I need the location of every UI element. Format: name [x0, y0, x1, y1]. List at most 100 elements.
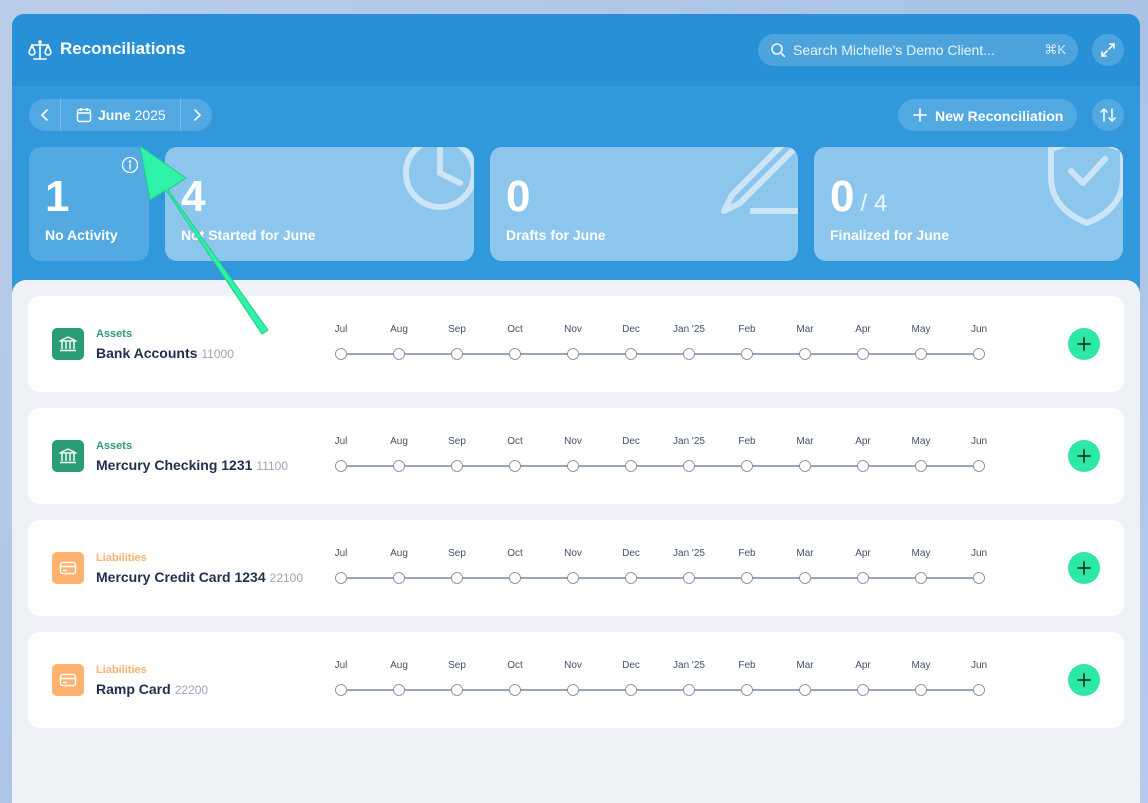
account-number: 11000: [201, 347, 234, 361]
timeline-month-dot[interactable]: [857, 460, 869, 472]
timeline-month-dot[interactable]: [799, 460, 811, 472]
timeline-month-label: Jun: [970, 436, 988, 447]
stat-caption: Finalized for June: [830, 227, 950, 243]
timeline-month-dot[interactable]: [335, 684, 347, 696]
timeline-month-dot[interactable]: [625, 572, 637, 584]
timeline-month-dot[interactable]: [567, 572, 579, 584]
add-reconciliation-button[interactable]: [1068, 664, 1100, 696]
stat-finalized[interactable]: 0/ 4 Finalized for June: [814, 147, 1123, 261]
timeline-month-dot[interactable]: [335, 572, 347, 584]
account-name[interactable]: Mercury Credit Card 1234 22100: [96, 569, 303, 585]
timeline-month-dot[interactable]: [335, 460, 347, 472]
timeline-month-dot[interactable]: [451, 460, 463, 472]
stat-drafts[interactable]: 0 Drafts for June: [490, 147, 798, 261]
credit-card-icon: [52, 552, 84, 584]
search-bar[interactable]: Search Michelle's Demo Client... ⌘K: [758, 34, 1078, 66]
account-number: 22200: [174, 683, 209, 697]
timeline-month-dot[interactable]: [683, 684, 695, 696]
chevron-right-icon: [194, 109, 202, 121]
info-icon[interactable]: [121, 156, 139, 179]
timeline-month-label: Dec: [622, 548, 640, 559]
timeline-month-dot[interactable]: [915, 684, 927, 696]
stat-not-started[interactable]: 4 Not Started for June: [165, 147, 474, 261]
plus-icon: [912, 107, 928, 126]
timeline-month-dot[interactable]: [857, 684, 869, 696]
timeline-month-dot[interactable]: [741, 460, 753, 472]
timeline-month-dot[interactable]: [857, 572, 869, 584]
account-row[interactable]: Liabilities Mercury Credit Card 1234 22100…: [28, 520, 1124, 616]
timeline-track: [341, 353, 981, 355]
sort-button[interactable]: [1092, 99, 1124, 131]
timeline-month-dot[interactable]: [567, 460, 579, 472]
stat-no-activity[interactable]: 1 No Activity: [29, 147, 149, 261]
timeline-month-label: Aug: [390, 436, 408, 447]
add-reconciliation-button[interactable]: [1068, 440, 1100, 472]
timeline-month-dot[interactable]: [973, 460, 985, 472]
timeline-month-label: Apr: [855, 324, 871, 335]
timeline-month-dot[interactable]: [683, 572, 695, 584]
timeline-month-dot[interactable]: [915, 460, 927, 472]
timeline-month-dot[interactable]: [799, 572, 811, 584]
timeline-month-dot[interactable]: [915, 348, 927, 360]
timeline-month-label: Sep: [448, 436, 466, 447]
timeline-month-dot[interactable]: [393, 684, 405, 696]
timeline-month-dot[interactable]: [683, 348, 695, 360]
timeline-month-label: Apr: [855, 436, 871, 447]
timeline-month-dot[interactable]: [451, 348, 463, 360]
add-reconciliation-button[interactable]: [1068, 552, 1100, 584]
timeline-month-label: Feb: [738, 548, 756, 559]
timeline-month-dot[interactable]: [625, 684, 637, 696]
timeline-month-dot[interactable]: [509, 572, 521, 584]
timeline-month-dot[interactable]: [973, 684, 985, 696]
timeline-month-dot[interactable]: [799, 348, 811, 360]
timeline-month-label: Jan '25: [673, 660, 705, 671]
account-name[interactable]: Ramp Card 22200: [96, 681, 208, 697]
previous-month-button[interactable]: [29, 99, 61, 131]
new-reconciliation-button[interactable]: New Reconciliation: [898, 99, 1077, 131]
timeline-month-dot[interactable]: [509, 684, 521, 696]
timeline-month-dot[interactable]: [393, 460, 405, 472]
timeline-month-label: Jan '25: [673, 548, 705, 559]
account-row[interactable]: Assets Bank Accounts 11000 Jul Aug Sep Oct Nov D…: [28, 296, 1124, 392]
timeline-month-dot[interactable]: [393, 348, 405, 360]
timeline-month-dot[interactable]: [625, 348, 637, 360]
timeline-month-dot[interactable]: [625, 460, 637, 472]
timeline-month-dot[interactable]: [509, 348, 521, 360]
timeline-month-label: Mar: [796, 548, 814, 559]
timeline-month-dot[interactable]: [393, 572, 405, 584]
timeline-month-dot[interactable]: [451, 684, 463, 696]
timeline-month-dot[interactable]: [683, 460, 695, 472]
month-selector: June 2025: [29, 99, 212, 131]
stat-caption: Drafts for June: [506, 227, 606, 243]
timeline-month-dot[interactable]: [335, 348, 347, 360]
timeline-month-label: Dec: [622, 436, 640, 447]
timeline-month-dot[interactable]: [973, 348, 985, 360]
timeline-month-dot[interactable]: [451, 572, 463, 584]
stat-value: 1: [45, 172, 70, 221]
search-icon: [770, 42, 786, 58]
account-row[interactable]: Liabilities Ramp Card 22200 Jul Aug Sep Oct Nov…: [28, 632, 1124, 728]
timeline-month-dot[interactable]: [741, 348, 753, 360]
account-name[interactable]: Mercury Checking 1231 11100: [96, 457, 288, 473]
timeline-month-dot[interactable]: [509, 460, 521, 472]
timeline-month-dot[interactable]: [973, 572, 985, 584]
timeline-month-dot[interactable]: [567, 684, 579, 696]
timeline-month-label: Jul: [334, 436, 348, 447]
timeline-month-label: Mar: [796, 660, 814, 671]
timeline-month-dot[interactable]: [567, 348, 579, 360]
account-row[interactable]: Assets Mercury Checking 1231 11100 Jul Aug Se…: [28, 408, 1124, 504]
account-name[interactable]: Bank Accounts 11000: [96, 345, 234, 361]
timeline-month-dot[interactable]: [857, 348, 869, 360]
timeline-month-label: Apr: [855, 660, 871, 671]
expand-button[interactable]: [1092, 34, 1124, 66]
next-month-button[interactable]: [180, 99, 212, 131]
timeline-month-dot[interactable]: [915, 572, 927, 584]
timeline-month-dot[interactable]: [741, 684, 753, 696]
timeline-month-label: Nov: [564, 660, 582, 671]
timeline-month-dot[interactable]: [799, 684, 811, 696]
add-reconciliation-button[interactable]: [1068, 328, 1100, 360]
timeline-month-label: Feb: [738, 660, 756, 671]
current-month-label[interactable]: June 2025: [98, 107, 166, 123]
credit-card-icon: [52, 664, 84, 696]
timeline-month-dot[interactable]: [741, 572, 753, 584]
